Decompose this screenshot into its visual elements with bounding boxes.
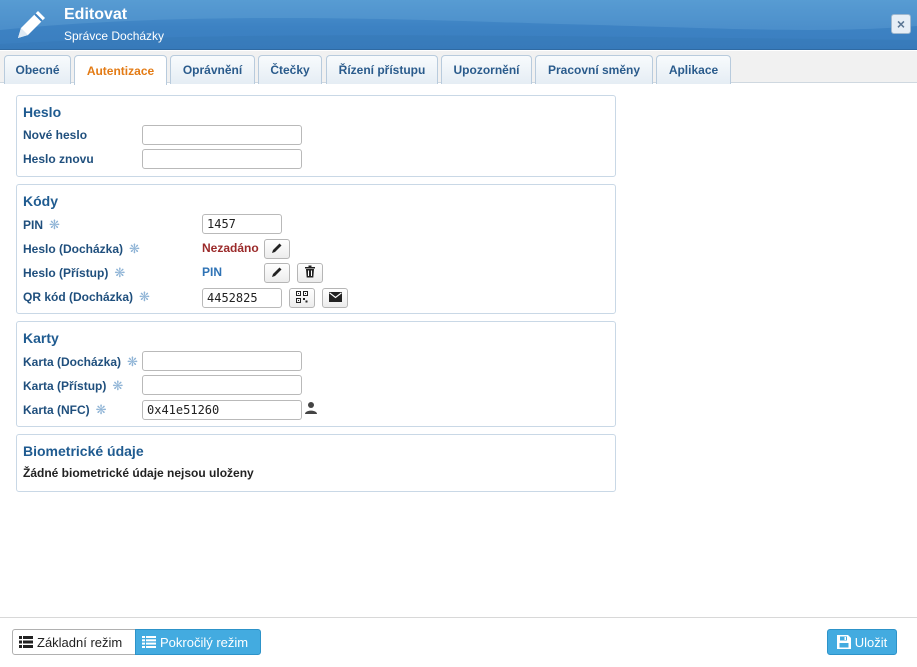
nfc-card-input[interactable] (142, 400, 302, 420)
tab-autentizace[interactable]: Autentizace (74, 55, 167, 85)
required-marker: ❋ (139, 289, 150, 304)
biometrics-empty-text: Žádné biometrické údaje nejsou uloženy (23, 466, 254, 480)
codes-section: Kódy PIN❋ Heslo (Docházka)❋ Nezadáno Hes… (16, 184, 616, 314)
cards-section: Karty Karta (Docházka) ❋ Karta (Přístup) ❋… (16, 321, 616, 427)
attendance-card-label: Karta (Docházka) ❋ (23, 354, 138, 369)
list-icon (19, 636, 33, 648)
tab-upozorneni[interactable]: Upozornění (441, 55, 532, 84)
send-qr-code-email-button[interactable] (322, 288, 348, 308)
access-card-label: Karta (Přístup) ❋ (23, 378, 124, 393)
required-marker: ❋ (95, 402, 107, 417)
save-button[interactable]: Uložit (827, 629, 897, 655)
biometrics-section: Biometrické údaje Žádné biometrické údaj… (16, 434, 616, 492)
codes-section-title: Kódy (23, 193, 58, 209)
user-icon[interactable] (304, 401, 318, 418)
new-password-label: Nové heslo (23, 128, 88, 142)
pencil-icon (12, 6, 50, 44)
close-icon: × (896, 16, 906, 32)
required-marker: ❋ (112, 378, 124, 393)
pencil-icon (271, 266, 283, 281)
pin-input[interactable] (202, 214, 282, 234)
list-icon (142, 636, 156, 648)
envelope-icon (328, 291, 342, 305)
save-label: Uložit (854, 634, 888, 650)
attendance-password-label: Heslo (Docházka) ❋ (23, 241, 140, 256)
close-button[interactable]: × (891, 14, 911, 34)
required-marker: ❋ (49, 217, 60, 232)
required-marker: ❋ (129, 241, 140, 256)
basic-mode-label: Základní režim (37, 634, 123, 650)
advanced-mode-button[interactable]: Pokročilý režim (135, 629, 261, 655)
required-marker: ❋ (114, 265, 126, 280)
window-titlebar: Editovat Správce Docházky × (0, 0, 917, 50)
attendance-card-input[interactable] (142, 351, 302, 371)
password-section-title: Heslo (23, 104, 62, 120)
access-card-input[interactable] (142, 375, 302, 395)
basic-mode-button[interactable]: Základní režim (12, 629, 136, 655)
footer-bar: Základní režim Pokročilý režim Uložit (0, 617, 917, 667)
cards-section-title: Karty (23, 330, 59, 346)
attendance-password-status: Nezadáno (202, 241, 259, 255)
window-title: Editovat (64, 6, 128, 23)
access-password-label: Heslo (Přístup) ❋ (23, 265, 126, 280)
pencil-icon (271, 242, 283, 257)
edit-access-password-button[interactable] (264, 263, 290, 283)
window-subtitle: Správce Docházky (64, 29, 165, 43)
trash-icon (304, 265, 316, 281)
nfc-card-label: Karta (NFC) ❋ (23, 402, 107, 417)
edit-attendance-password-button[interactable] (264, 239, 290, 259)
repeat-password-label: Heslo znovu (23, 152, 94, 166)
access-password-status: PIN (202, 265, 223, 279)
floppy-disk-icon (836, 635, 851, 649)
tab-obecne[interactable]: Obecné (4, 55, 71, 84)
required-marker: ❋ (127, 354, 138, 369)
qr-code-label: QR kód (Docházka) ❋ (23, 289, 150, 304)
advanced-mode-label: Pokročilý režim (160, 634, 249, 650)
qr-code-input[interactable] (202, 288, 282, 308)
repeat-password-input[interactable] (142, 149, 302, 169)
tab-aplikace[interactable]: Aplikace (656, 55, 731, 84)
delete-access-password-button[interactable] (297, 263, 323, 283)
tab-opravneni[interactable]: Oprávnění (170, 55, 255, 84)
tab-bar: Obecné Autentizace Oprávnění Čtečky Říze… (0, 51, 917, 85)
tab-ctecky[interactable]: Čtečky (258, 55, 322, 84)
biometrics-section-title: Biometrické údaje (23, 443, 144, 459)
new-password-input[interactable] (142, 125, 302, 145)
show-qr-code-button[interactable] (289, 288, 315, 308)
qr-code-icon (296, 290, 308, 306)
tab-rizeni-pristupu[interactable]: Řízení přístupu (326, 55, 438, 84)
tab-pracovni-smeny[interactable]: Pracovní směny (535, 55, 653, 84)
password-section: Heslo Nové heslo Heslo znovu (16, 95, 616, 177)
pin-label: PIN ❋ (23, 217, 60, 232)
